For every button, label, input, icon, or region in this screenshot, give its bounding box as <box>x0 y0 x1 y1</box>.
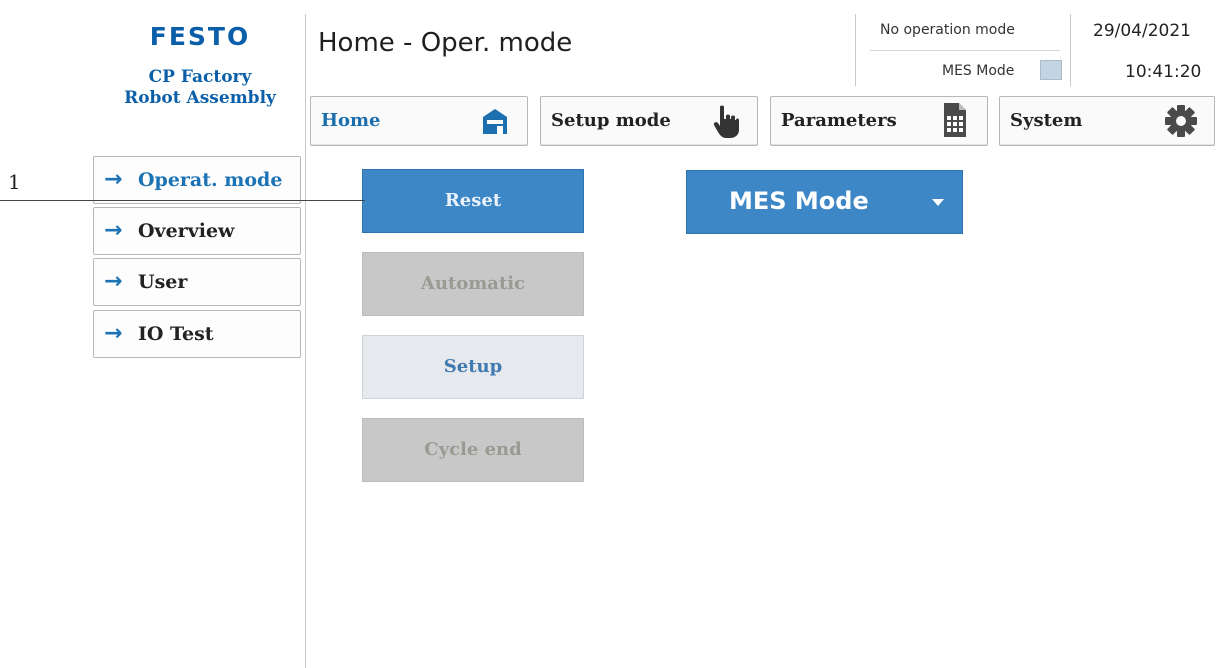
mes-mode-status-label: MES Mode <box>942 63 1015 79</box>
sidebar-item-io-test[interactable]: → IO Test <box>93 310 301 358</box>
document-grid-icon <box>943 102 967 142</box>
mes-mode-dropdown[interactable]: MES Mode <box>686 170 963 234</box>
nav-system-label: System <box>1010 110 1083 131</box>
gear-icon <box>1164 104 1198 142</box>
sidebar-item-operat-mode[interactable]: → Operat. mode <box>93 156 301 204</box>
automatic-button[interactable]: Automatic <box>362 252 584 316</box>
caret-down-icon <box>932 199 944 206</box>
station-name-line2: Robot Assembly <box>124 88 276 108</box>
nav-system-button[interactable]: System <box>999 96 1215 146</box>
reset-button[interactable]: Reset <box>362 169 584 233</box>
time-display: 10:41:20 <box>1125 62 1202 82</box>
sidebar-item-overview[interactable]: → Overview <box>93 207 301 255</box>
sidebar-item-label: Operat. mode <box>138 169 283 191</box>
annotation-number: 1 <box>8 170 21 194</box>
festo-logo: FESTO <box>149 22 251 51</box>
station-name-line1: CP Factory <box>148 67 252 87</box>
annotation-leader-line <box>0 200 365 201</box>
sidebar-divider <box>305 14 306 668</box>
header-divider-1 <box>855 14 856 86</box>
operation-mode-status: No operation mode <box>880 22 1015 38</box>
building-icon <box>481 106 509 140</box>
nav-parameters-button[interactable]: Parameters <box>770 96 988 146</box>
nav-parameters-label: Parameters <box>781 110 897 131</box>
sidebar-item-label: IO Test <box>138 323 214 345</box>
status-divider <box>870 50 1060 51</box>
sidebar-item-label: User <box>138 271 188 293</box>
date-display: 29/04/2021 <box>1093 21 1191 41</box>
hand-pointer-icon <box>711 104 741 144</box>
header-divider-2 <box>1070 14 1071 86</box>
cycle-end-button[interactable]: Cycle end <box>362 418 584 482</box>
setup-button[interactable]: Setup <box>362 335 584 399</box>
mes-mode-dropdown-value: MES Mode <box>729 187 869 215</box>
mes-mode-indicator <box>1040 60 1062 80</box>
sidebar-item-user[interactable]: → User <box>93 258 301 306</box>
page-title: Home - Oper. mode <box>318 28 573 58</box>
arrow-right-icon: → <box>104 321 123 346</box>
arrow-right-icon: → <box>104 218 123 243</box>
nav-setup-mode-button[interactable]: Setup mode <box>540 96 758 146</box>
arrow-right-icon: → <box>104 167 123 192</box>
nav-home-label: Home <box>321 110 381 131</box>
nav-setup-mode-label: Setup mode <box>551 110 671 131</box>
sidebar-item-label: Overview <box>138 220 235 242</box>
arrow-right-icon: → <box>104 269 123 294</box>
nav-home-button[interactable]: Home <box>310 96 528 146</box>
